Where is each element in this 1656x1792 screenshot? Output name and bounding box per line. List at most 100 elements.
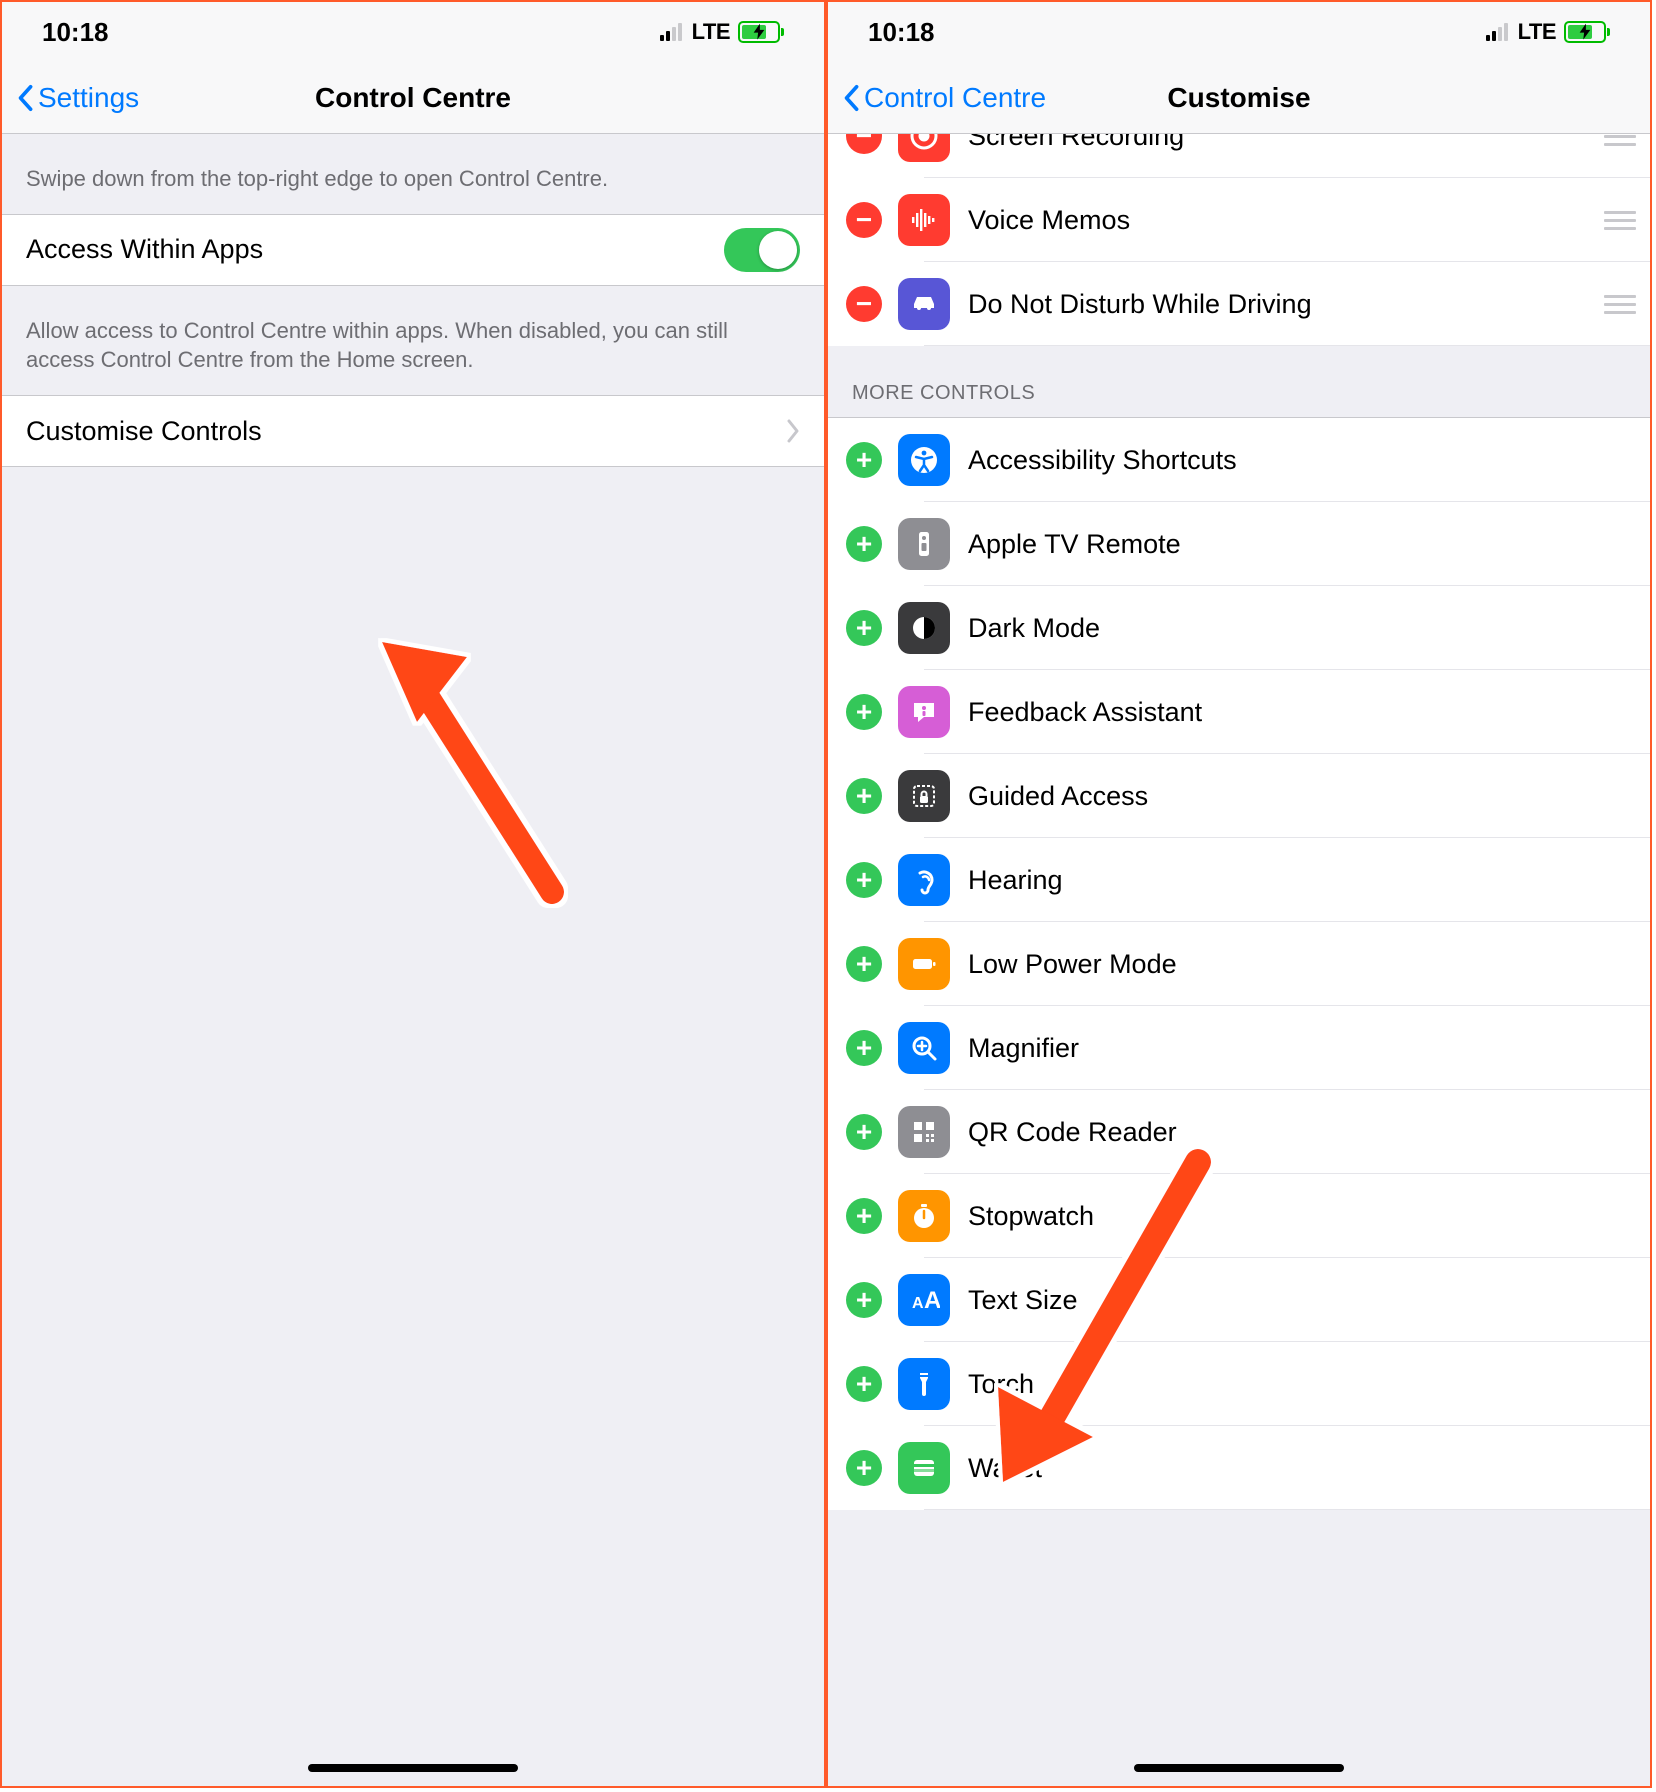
home-indicator <box>1134 1764 1344 1772</box>
control-row-torch: + Torch <box>828 1342 1650 1426</box>
control-label: Voice Memos <box>968 205 1590 236</box>
waveform-icon <box>898 194 950 246</box>
back-label: Control Centre <box>864 82 1046 114</box>
control-label: Guided Access <box>968 781 1636 812</box>
control-row-qr-code-reader: + QR Code Reader <box>828 1090 1650 1174</box>
add-button[interactable]: + <box>846 862 882 898</box>
qr-icon <box>898 1106 950 1158</box>
toggle-label: Access Within Apps <box>26 234 263 265</box>
control-label: Accessibility Shortcuts <box>968 445 1636 476</box>
remove-button[interactable]: − <box>846 134 882 154</box>
control-row-do-not-disturb-driving: − Do Not Disturb While Driving <box>828 262 1650 346</box>
status-bar: 10:18 LTE <box>828 2 1650 62</box>
control-row-guided-access: + Guided Access <box>828 754 1650 838</box>
control-label: QR Code Reader <box>968 1117 1636 1148</box>
add-button[interactable]: + <box>846 610 882 646</box>
back-label: Settings <box>38 82 139 114</box>
remove-button[interactable]: − <box>846 286 882 322</box>
ear-icon <box>898 854 950 906</box>
control-row-apple-tv-remote: + Apple TV Remote <box>828 502 1650 586</box>
record-icon <box>898 134 950 162</box>
add-button[interactable]: + <box>846 1114 882 1150</box>
control-row-voice-memos: − Voice Memos <box>828 178 1650 262</box>
status-time: 10:18 <box>868 17 935 48</box>
control-label: Text Size <box>968 1285 1636 1316</box>
screenshot-right: 10:18 LTE Control Centre Customise − Scre… <box>826 0 1652 1788</box>
control-label: Magnifier <box>968 1033 1636 1064</box>
chevron-left-icon <box>842 83 860 113</box>
section-hint-bottom: Allow access to Control Centre within ap… <box>2 286 824 395</box>
control-label: Apple TV Remote <box>968 529 1636 560</box>
control-label: Feedback Assistant <box>968 697 1636 728</box>
chevron-left-icon <box>16 83 34 113</box>
control-label: Stopwatch <box>968 1201 1636 1232</box>
reorder-grip-icon[interactable] <box>1600 211 1636 230</box>
feedback-icon <box>898 686 950 738</box>
add-button[interactable]: + <box>846 946 882 982</box>
reorder-grip-icon[interactable] <box>1600 134 1636 146</box>
control-row-wallet: + Wallet <box>828 1426 1650 1510</box>
remote-icon <box>898 518 950 570</box>
wallet-icon <box>898 1442 950 1494</box>
access-within-apps-toggle[interactable] <box>724 228 800 272</box>
battery-icon <box>738 21 780 43</box>
control-row-screen-recording: − Screen Recording <box>828 134 1650 178</box>
control-label: Do Not Disturb While Driving <box>968 289 1590 320</box>
signal-icon <box>660 23 682 41</box>
battery-icon <box>1564 21 1606 43</box>
stopwatch-icon <box>898 1190 950 1242</box>
lock-icon <box>898 770 950 822</box>
chevron-right-icon <box>786 419 800 443</box>
page-title: Customise <box>1167 82 1310 114</box>
textsize-icon <box>898 1274 950 1326</box>
page-title: Control Centre <box>315 82 511 114</box>
access-within-apps-cell: Access Within Apps <box>2 215 824 285</box>
add-button[interactable]: + <box>846 1030 882 1066</box>
customise-controls-label: Customise Controls <box>26 416 262 447</box>
section-more-controls: MORE CONTROLS <box>828 346 1650 417</box>
control-label: Screen Recording <box>968 134 1590 152</box>
control-row-accessibility-shortcuts: + Accessibility Shortcuts <box>828 418 1650 502</box>
back-button[interactable]: Settings <box>12 82 139 114</box>
add-button[interactable]: + <box>846 1282 882 1318</box>
customise-controls-cell[interactable]: Customise Controls <box>2 396 824 466</box>
accessibility-icon <box>898 434 950 486</box>
control-row-low-power-mode: + Low Power Mode <box>828 922 1650 1006</box>
control-label: Hearing <box>968 865 1636 896</box>
carrier-label: LTE <box>692 19 730 45</box>
control-row-feedback-assistant: + Feedback Assistant <box>828 670 1650 754</box>
status-bar: 10:18 LTE <box>2 2 824 62</box>
control-row-magnifier: + Magnifier <box>828 1006 1650 1090</box>
add-button[interactable]: + <box>846 778 882 814</box>
add-button[interactable]: + <box>846 694 882 730</box>
reorder-grip-icon[interactable] <box>1600 295 1636 314</box>
nav-bar: Control Centre Customise <box>828 62 1650 134</box>
screenshot-left: 10:18 LTE Settings Control Centre Swipe … <box>0 0 826 1788</box>
nav-bar: Settings Control Centre <box>2 62 824 134</box>
add-button[interactable]: + <box>846 1450 882 1486</box>
torch-icon <box>898 1358 950 1410</box>
control-row-stopwatch: + Stopwatch <box>828 1174 1650 1258</box>
status-time: 10:18 <box>42 17 109 48</box>
remove-button[interactable]: − <box>846 202 882 238</box>
control-row-dark-mode: + Dark Mode <box>828 586 1650 670</box>
control-row-text-size: + Text Size <box>828 1258 1650 1342</box>
add-button[interactable]: + <box>846 526 882 562</box>
darkmode-icon <box>898 602 950 654</box>
home-indicator <box>308 1764 518 1772</box>
battery-icon <box>898 938 950 990</box>
control-row-hearing: + Hearing <box>828 838 1650 922</box>
car-icon <box>898 278 950 330</box>
carrier-label: LTE <box>1518 19 1556 45</box>
magnifier-icon <box>898 1022 950 1074</box>
add-button[interactable]: + <box>846 1198 882 1234</box>
control-label: Low Power Mode <box>968 949 1636 980</box>
control-label: Wallet <box>968 1453 1636 1484</box>
control-label: Dark Mode <box>968 613 1636 644</box>
back-button[interactable]: Control Centre <box>838 82 1046 114</box>
add-button[interactable]: + <box>846 1366 882 1402</box>
signal-icon <box>1486 23 1508 41</box>
add-button[interactable]: + <box>846 442 882 478</box>
section-hint-top: Swipe down from the top-right edge to op… <box>2 134 824 214</box>
control-label: Torch <box>968 1369 1636 1400</box>
